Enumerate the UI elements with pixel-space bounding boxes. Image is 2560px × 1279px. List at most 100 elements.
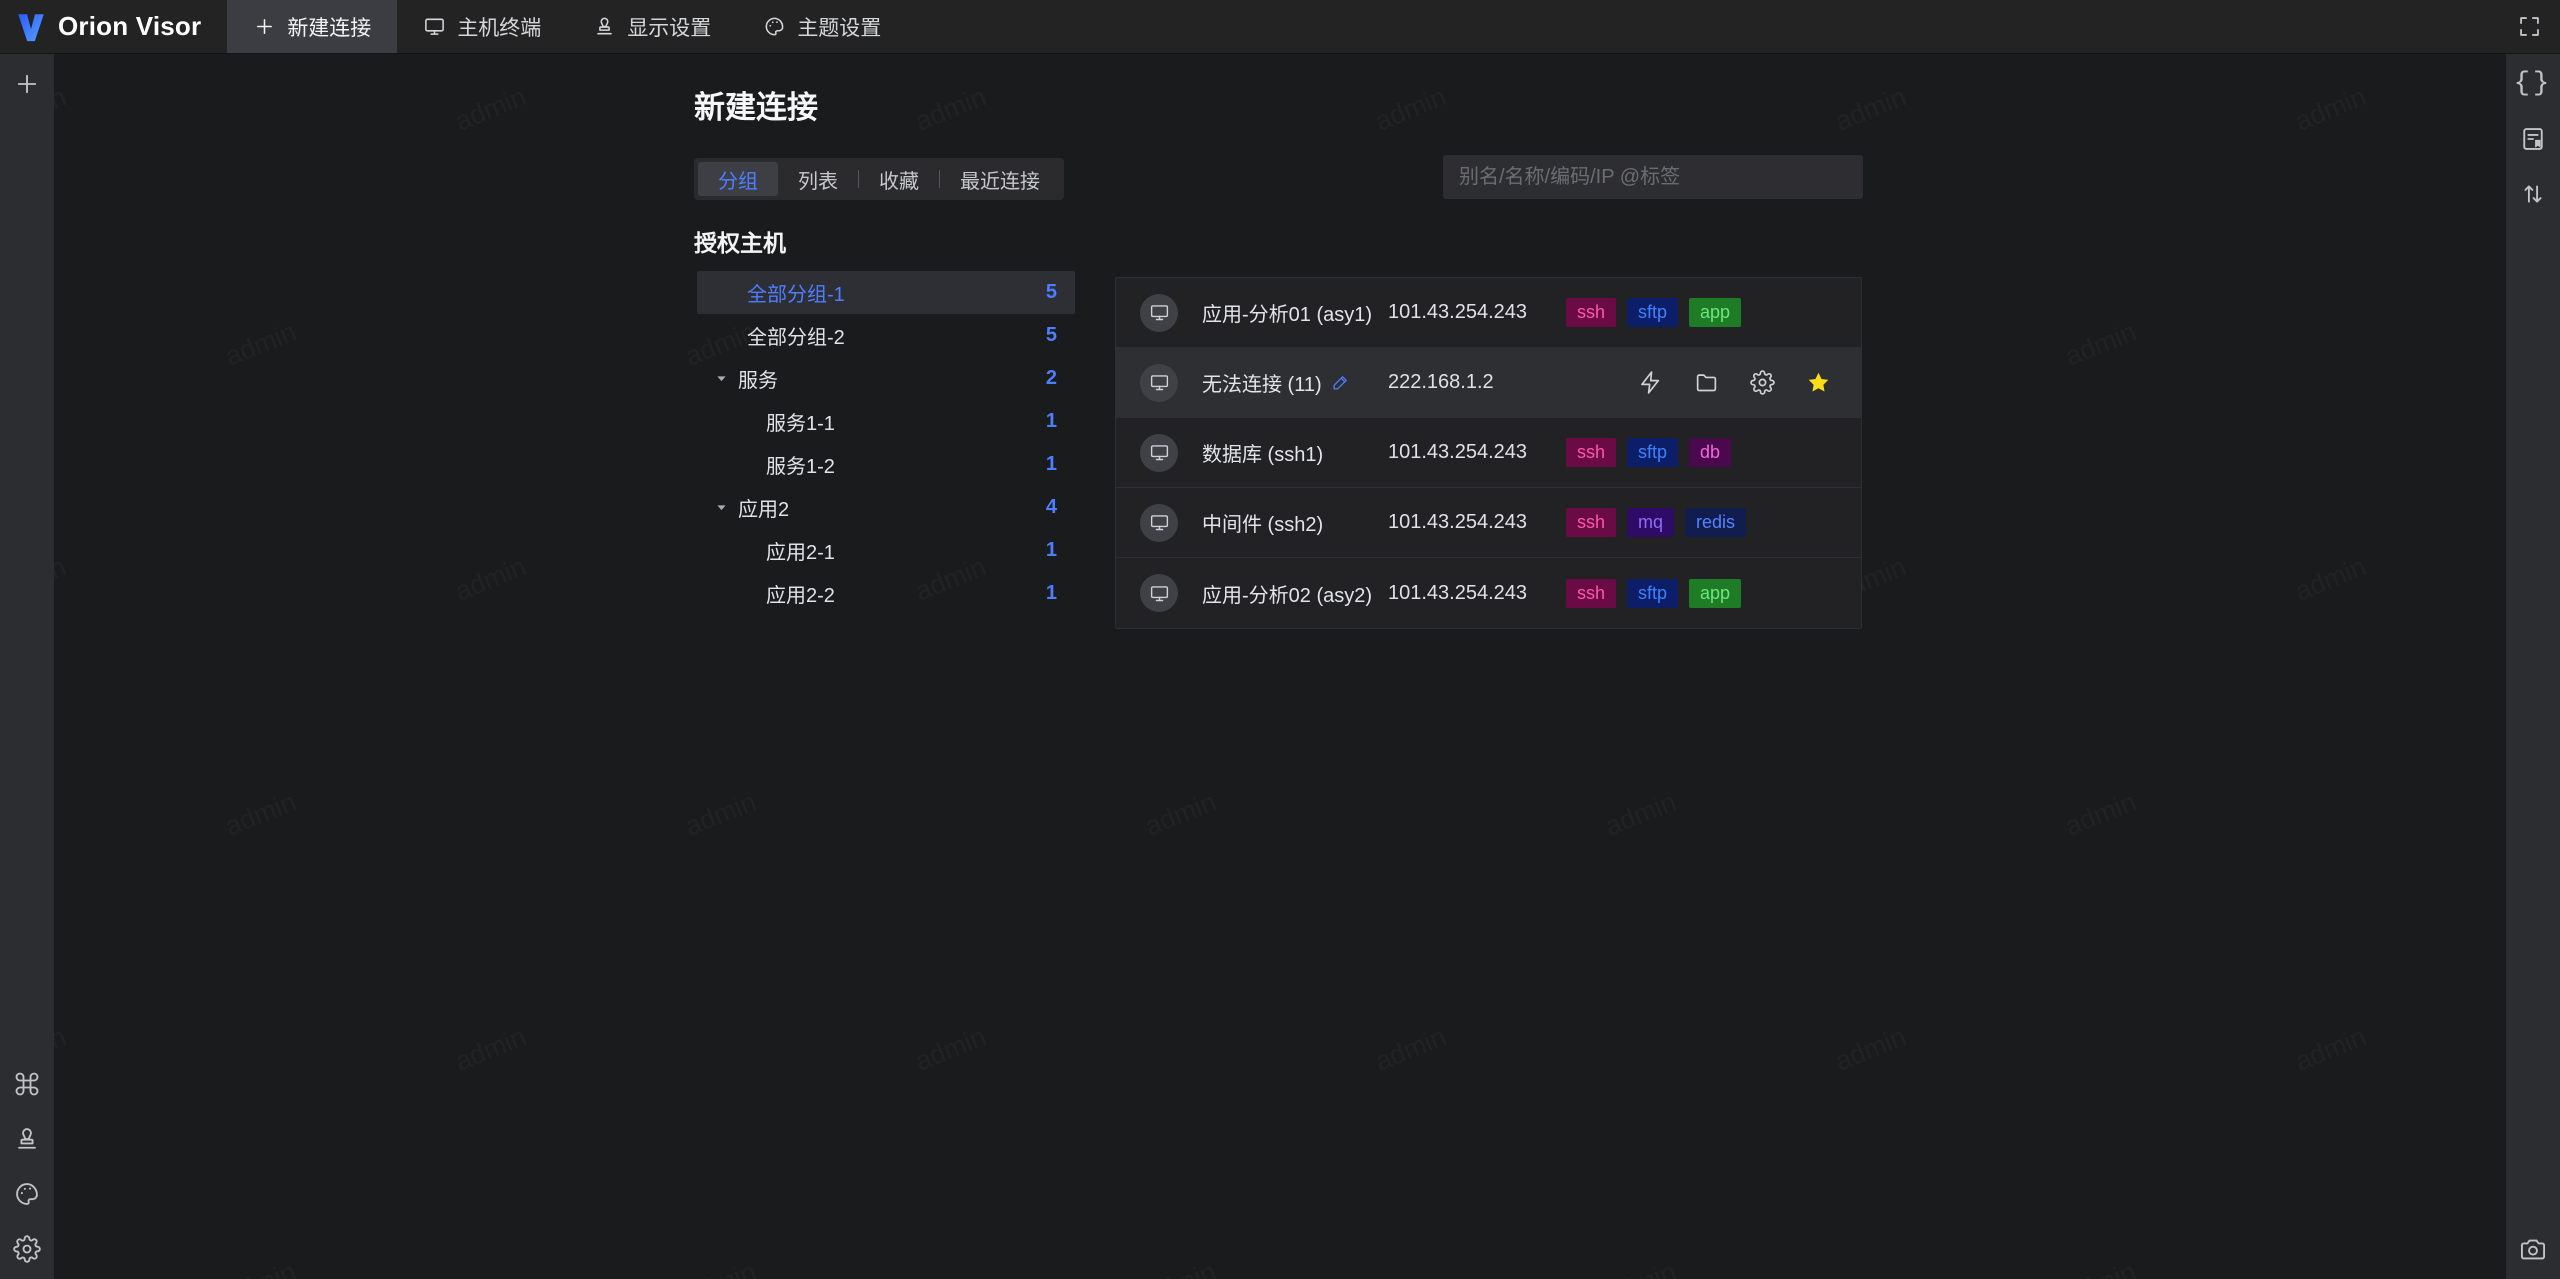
host-avatar: [1140, 574, 1178, 612]
tag-badge-db: db: [1689, 438, 1732, 467]
host-name: 中间件 (ssh2): [1202, 508, 1323, 537]
tree-item[interactable]: 服务1-2 1: [697, 443, 1075, 486]
document-bookmark-button[interactable]: [2516, 122, 2550, 156]
tree-item[interactable]: 应用2 4: [697, 486, 1075, 529]
host-row[interactable]: 应用-分析01 (asy1) 101.43.254.243 ssh sftp app: [1116, 278, 1861, 348]
tag-badge-sftp: sftp: [1627, 578, 1679, 608]
host-row[interactable]: 应用-分析02 (asy2) 101.43.254.243 ssh sftp app: [1116, 558, 1861, 628]
nav-item-display-settings[interactable]: 显示设置: [567, 0, 737, 53]
host-tags: ssh sftp app: [1566, 578, 1742, 608]
tab-list[interactable]: 列表: [778, 162, 858, 196]
plus-icon: [253, 15, 276, 38]
tag-badge-ssh: ssh: [1566, 508, 1617, 537]
palette-button[interactable]: [10, 1177, 44, 1211]
host-ip: 101.43.254.243: [1388, 301, 1528, 323]
nav-item-label: 新建连接: [287, 16, 372, 40]
host-name: 数据库 (ssh1): [1202, 438, 1323, 467]
app-logo: Orion Visor: [0, 0, 227, 53]
tree-item[interactable]: 服务 2: [697, 357, 1075, 400]
host-row[interactable]: 数据库 (ssh1) 101.43.254.243 ssh sftp db: [1116, 418, 1861, 488]
stamp-icon: [593, 15, 616, 38]
connect-button[interactable]: [1637, 370, 1663, 396]
gear-button[interactable]: [10, 1232, 44, 1266]
tree-item[interactable]: 应用2-1 1: [697, 529, 1075, 572]
search-input[interactable]: [1443, 155, 1863, 199]
host-tags: ssh sftp db: [1566, 438, 1732, 467]
fullscreen-button[interactable]: [2512, 10, 2546, 44]
monitor-icon: [1149, 372, 1170, 393]
tree-item-count: 1: [1045, 453, 1057, 475]
favorite-button[interactable]: [1805, 370, 1831, 396]
tree-item-count: 5: [1045, 324, 1057, 346]
tab-recent[interactable]: 最近连接: [940, 162, 1060, 196]
command-icon: [13, 1070, 41, 1098]
host-ip: 101.43.254.243: [1388, 441, 1528, 463]
plus-button[interactable]: [10, 67, 44, 101]
document-bookmark-icon: [2519, 125, 2547, 153]
tag-badge-ssh: ssh: [1566, 438, 1617, 467]
tag-badge-mq: mq: [1627, 508, 1675, 537]
monitor-icon: [423, 15, 446, 38]
host-name: 应用-分析01 (asy1): [1202, 298, 1372, 327]
stamp-button[interactable]: [10, 1122, 44, 1156]
host-ip: 222.168.1.2: [1388, 371, 1494, 393]
host-name-text: 应用-分析02 (asy2): [1202, 584, 1373, 607]
nav-item-new-connection[interactable]: 新建连接: [227, 0, 398, 53]
tree-item[interactable]: 全部分组-2 5: [697, 314, 1075, 357]
tree-item[interactable]: 服务1-1 1: [697, 400, 1075, 443]
host-name-text: 数据库 (ssh1): [1202, 444, 1324, 466]
monitor-icon: [1149, 302, 1170, 323]
host-name-text: 中间件 (ssh2): [1202, 514, 1324, 536]
tree-item-label: 应用2: [738, 499, 790, 521]
tree-item-count: 1: [1045, 582, 1057, 604]
tree-item[interactable]: 全部分组-1 5: [697, 271, 1075, 314]
host-avatar: [1140, 293, 1178, 332]
host-list: 应用-分析01 (asy1) 101.43.254.243 ssh sftp app 无法…: [1115, 277, 1862, 629]
settings-button[interactable]: [1749, 370, 1775, 396]
tag-badge-sftp: sftp: [1627, 438, 1679, 467]
folder-icon: [1694, 370, 1719, 395]
gear-icon: [13, 1235, 41, 1263]
edit-name-icon[interactable]: [1331, 373, 1350, 392]
sftp-button[interactable]: [1693, 370, 1719, 396]
main-area: adminadminadminadminadminadminadminadmin…: [54, 54, 2506, 1279]
caret-down-icon: [713, 371, 729, 387]
gear-icon: [1749, 370, 1775, 395]
host-row[interactable]: 无法连接 (11) 222.168.1.2: [1116, 348, 1861, 418]
tab-group[interactable]: 分组: [698, 162, 778, 196]
tree-item-label: 服务1-2: [766, 456, 835, 478]
tree-item-count: 1: [1045, 410, 1057, 432]
nav-item-host-terminal[interactable]: 主机终端: [397, 0, 567, 53]
monitor-icon: [1149, 583, 1170, 604]
view-tabs: 分组 列表 收藏 最近连接: [694, 158, 1064, 200]
tree-item-label: 应用2-1: [766, 542, 835, 564]
plus-icon: [13, 70, 41, 98]
host-row[interactable]: 中间件 (ssh2) 101.43.254.243 ssh mq redis: [1116, 488, 1861, 558]
tree-item-label: 全部分组-1: [747, 284, 845, 306]
topbar-right: [2512, 0, 2560, 53]
tag-badge-redis: redis: [1685, 508, 1747, 537]
braces-button[interactable]: {}: [2514, 67, 2550, 101]
tree-item[interactable]: 应用2-2 1: [697, 572, 1075, 615]
tag-badge-ssh: ssh: [1566, 578, 1617, 608]
tree-item-label: 服务1-1: [766, 413, 835, 435]
nav-item-theme-settings[interactable]: 主题设置: [737, 0, 907, 53]
host-actions: [1637, 370, 1831, 396]
palette-icon: [763, 15, 786, 38]
nav-item-label: 主题设置: [797, 16, 882, 40]
host-name: 应用-分析02 (asy2): [1202, 579, 1372, 608]
tree-item-count: 5: [1045, 281, 1057, 303]
app-title: Orion Visor: [58, 11, 202, 41]
tree-item-count: 1: [1045, 539, 1057, 561]
page-title: 新建连接: [694, 90, 818, 125]
sort-arrows-button[interactable]: [2516, 177, 2550, 211]
tab-favorite[interactable]: 收藏: [859, 162, 939, 196]
tree-title: 授权主机: [694, 230, 786, 256]
camera-icon: [2519, 1235, 2547, 1263]
search-box: [1443, 155, 1863, 199]
camera-button[interactable]: [2516, 1232, 2550, 1266]
host-tags: ssh sftp app: [1566, 298, 1742, 327]
monitor-icon: [1149, 512, 1170, 533]
command-button[interactable]: [10, 1067, 44, 1101]
tree-item-count: 2: [1045, 367, 1057, 389]
